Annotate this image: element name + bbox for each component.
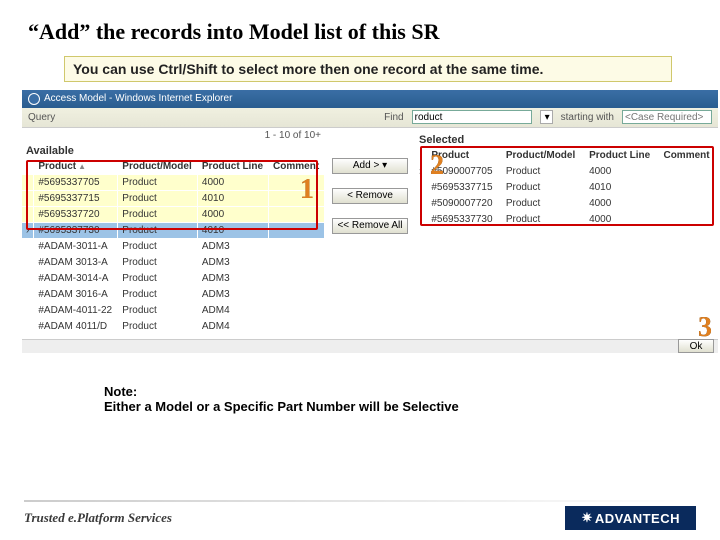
ie-icon: [28, 93, 40, 105]
available-title: Available: [22, 143, 325, 159]
remove-all-button[interactable]: << Remove All: [332, 218, 408, 234]
note-box: Note: Either a Model or a Specific Part …: [94, 378, 660, 420]
footer-tagline: Trusted e.Platform Services: [24, 510, 172, 526]
hint-input[interactable]: [622, 110, 712, 124]
footer: Trusted e.Platform Services ✷ ADVANTECH: [0, 500, 720, 540]
callout-box-1: [26, 160, 318, 230]
sun-icon: ✷: [581, 510, 592, 526]
dialog-footer: Ok: [22, 339, 718, 353]
slide-title: “Add” the records into Model list of thi…: [0, 0, 720, 54]
table-row[interactable]: #ADAM 4011/DProductADM4: [22, 318, 325, 334]
query-button[interactable]: Query: [28, 112, 55, 123]
mode-label: starting with: [561, 112, 614, 123]
callout-number-1: 1: [300, 174, 314, 206]
add-button[interactable]: Add > ▾: [332, 158, 408, 174]
ie-titlebar: Access Model - Windows Internet Explorer: [22, 90, 718, 108]
callout-number-2: 2: [430, 150, 444, 182]
table-row[interactable]: #ADAM 3013-AProductADM3: [22, 254, 325, 270]
available-pane: 1 - 10 of 10+ Available Product▲ Product…: [22, 128, 325, 335]
callout-box-2: [420, 146, 714, 226]
tip-box: You can use Ctrl/Shift to select more th…: [64, 56, 672, 82]
table-row[interactable]: #ADAM-3014-AProductADM3: [22, 270, 325, 286]
find-label: Find: [384, 112, 403, 123]
find-dropdown[interactable]: ▾: [540, 110, 553, 124]
transfer-buttons: Add > ▾ < Remove << Remove All: [325, 128, 415, 335]
table-row[interactable]: #ADAM 3016-AProductADM3: [22, 286, 325, 302]
row-counter: 1 - 10 of 10+: [265, 130, 321, 141]
toolbar: Query Find ▾ starting with: [22, 108, 718, 128]
find-input[interactable]: [412, 110, 532, 124]
table-row[interactable]: #ADAM-4011-22ProductADM4: [22, 302, 325, 318]
remove-button[interactable]: < Remove: [332, 188, 408, 204]
table-row[interactable]: #ADAM-3011-AProductADM3: [22, 238, 325, 254]
ie-window: Access Model - Windows Internet Explorer…: [22, 90, 718, 360]
ie-title-text: Access Model - Windows Internet Explorer: [44, 93, 232, 104]
brand-logo: ✷ ADVANTECH: [565, 506, 696, 530]
note-label: Note:: [104, 384, 650, 399]
note-text: Either a Model or a Specific Part Number…: [104, 399, 650, 414]
callout-number-3: 3: [698, 312, 712, 344]
